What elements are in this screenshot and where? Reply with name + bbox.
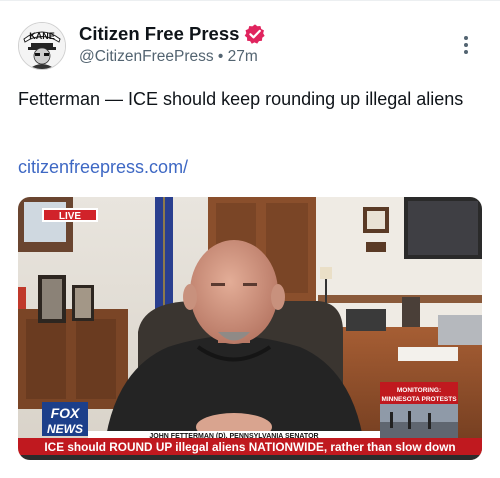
top-divider [0,0,500,1]
author-handle[interactable]: @CitizenFreePress [79,48,214,65]
live-badge: LIVE [59,211,82,222]
fox-logo-line2: NEWS [47,422,83,436]
desk-phone [346,309,386,331]
verified-badge-icon [245,24,266,44]
avatar[interactable]: KANE [18,22,66,70]
avatar-text: KANE [29,31,55,41]
more-options-icon[interactable] [458,36,474,56]
tweet-text: Fetterman — ICE should keep rounding up … [18,89,464,109]
post-time[interactable]: 27m [228,48,258,65]
author-name-row: Citizen Free Press [79,22,266,46]
monitoring-line2: MINNESOTA PROTESTS [381,396,457,403]
author-name[interactable]: Citizen Free Press [79,23,239,45]
video-frame: LIVE FOX NEWS MONITORING: MINNESOTA PROT… [18,197,482,460]
meta-separator: • [217,48,224,65]
person-head [190,240,278,344]
avatar-image: KANE [19,23,65,69]
fox-logo-line1: FOX [51,405,81,421]
tweet-link[interactable]: citizenfreepress.com/ [18,157,188,178]
author-meta: @CitizenFreePress • 27m [79,48,258,66]
monitoring-line1: MONITORING: [397,387,441,394]
ticker-text: ICE should ROUND UP illegal aliens NATIO… [44,440,455,454]
video-media[interactable]: LIVE FOX NEWS MONITORING: MINNESOTA PROT… [18,197,482,460]
